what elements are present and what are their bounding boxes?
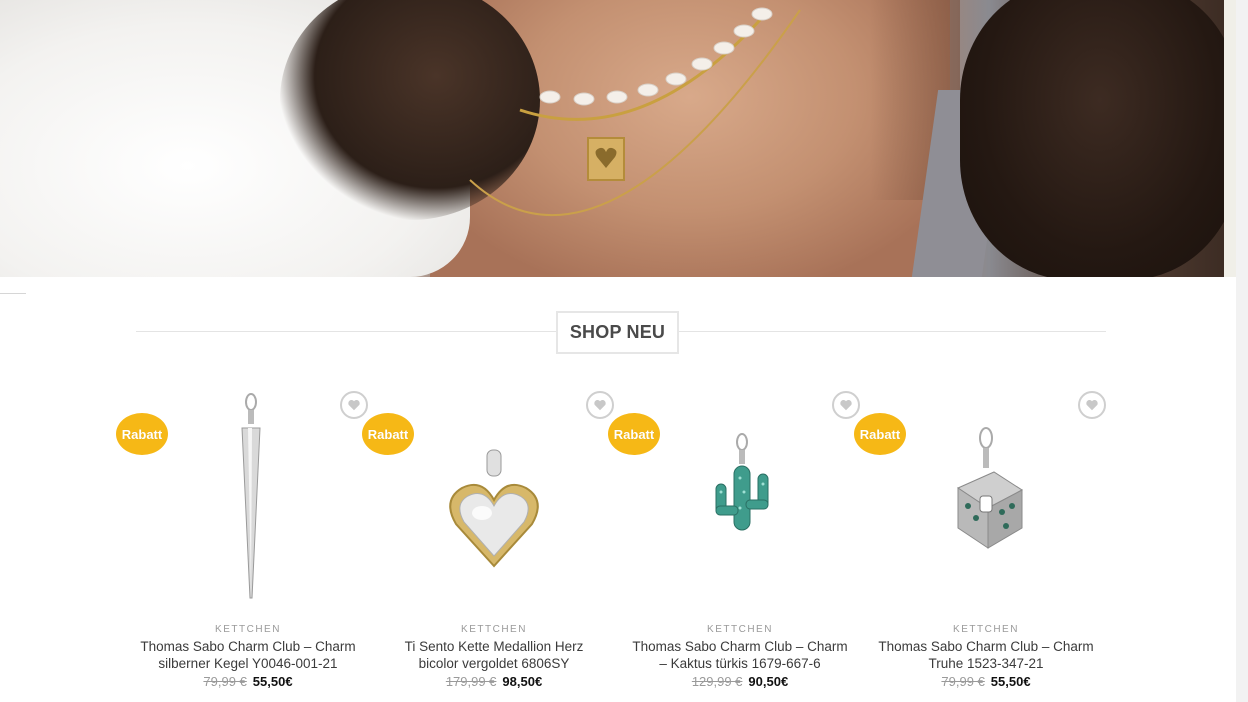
heart-icon xyxy=(594,400,606,411)
cone-charm-image[interactable] xyxy=(158,388,338,608)
product-category: KETTCHEN xyxy=(461,624,527,635)
wishlist-button[interactable] xyxy=(340,391,368,419)
product-name-line-1[interactable]: Thomas Sabo Charm Club – Charm xyxy=(620,638,860,655)
product-price: 79,99 € 55,50€ xyxy=(128,674,368,689)
heart-icon xyxy=(840,400,852,411)
cactus-charm-image[interactable] xyxy=(650,388,830,608)
old-price: 129,99 € xyxy=(691,674,743,689)
product-name[interactable]: Thomas Sabo Charm Club – Charm silberner… xyxy=(128,638,368,672)
heart-icon xyxy=(1086,400,1098,411)
product-category: KETTCHEN xyxy=(953,624,1019,635)
product-price: 179,99 € 98,50€ xyxy=(374,674,614,689)
wishlist-button[interactable] xyxy=(832,391,860,419)
product-price: 129,99 € 90,50€ xyxy=(620,674,860,689)
product-card[interactable]: Rabatt KETTCHEN Thomas Sabo Charm Club –… xyxy=(854,388,1106,702)
new-price: 98,50€ xyxy=(502,674,543,689)
section-title: SHOP NEU xyxy=(556,311,679,354)
product-name-line-2[interactable]: bicolor vergoldet 6806SY xyxy=(374,655,614,672)
scrollbar-track[interactable] xyxy=(1236,0,1248,702)
product-name-line-1[interactable]: Thomas Sabo Charm Club – Charm xyxy=(866,638,1106,655)
new-price: 90,50€ xyxy=(748,674,789,689)
chest-charm-image[interactable] xyxy=(896,388,1076,608)
necklaces-illustration xyxy=(469,7,801,216)
wishlist-button[interactable] xyxy=(586,391,614,419)
product-price: 79,99 € 55,50€ xyxy=(866,674,1106,689)
heart-pendant-image[interactable] xyxy=(404,388,584,608)
old-price: 79,99 € xyxy=(203,674,247,689)
product-name-line-2[interactable]: Truhe 1523-347-21 xyxy=(866,655,1106,672)
old-price: 79,99 € xyxy=(941,674,985,689)
hero-banner[interactable] xyxy=(0,0,1236,277)
product-name-line-1[interactable]: Ti Sento Kette Medallion Herz xyxy=(374,638,614,655)
new-price: 55,50€ xyxy=(990,674,1031,689)
product-card[interactable]: Rabatt KETTCHEN Ti Sento Kette Medallion… xyxy=(362,388,614,702)
product-category: KETTCHEN xyxy=(707,624,773,635)
hero-edge xyxy=(1224,0,1236,277)
divider xyxy=(0,293,26,294)
product-name-line-1[interactable]: Thomas Sabo Charm Club – Charm xyxy=(128,638,368,655)
heart-icon xyxy=(348,400,360,411)
product-name[interactable]: Ti Sento Kette Medallion Herz bicolor ve… xyxy=(374,638,614,672)
product-name[interactable]: Thomas Sabo Charm Club – Charm Truhe 152… xyxy=(866,638,1106,672)
new-price: 55,50€ xyxy=(252,674,293,689)
product-name-line-2[interactable]: – Kaktus türkis 1679-667-6 xyxy=(620,655,860,672)
product-category: KETTCHEN xyxy=(215,624,281,635)
product-card[interactable]: Rabatt KETTCHEN Thomas Sabo Charm Club –… xyxy=(608,388,860,702)
wishlist-button[interactable] xyxy=(1078,391,1106,419)
old-price: 179,99 € xyxy=(445,674,497,689)
product-name[interactable]: Thomas Sabo Charm Club – Charm – Kaktus … xyxy=(620,638,860,672)
product-card[interactable]: Rabatt KETTCHEN Thomas Sabo Charm Club –… xyxy=(116,388,368,702)
product-name-line-2[interactable]: silberner Kegel Y0046-001-21 xyxy=(128,655,368,672)
